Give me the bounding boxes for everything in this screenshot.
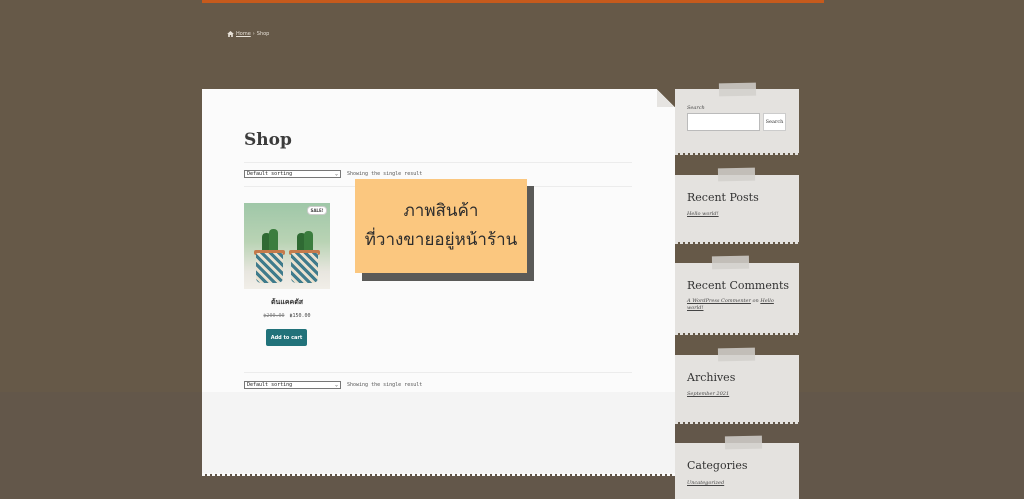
tape-decoration (718, 82, 757, 97)
product-image[interactable]: SALE! (244, 203, 330, 289)
comment-author-link[interactable]: A WordPress Commenter (687, 298, 751, 304)
home-icon (227, 31, 234, 37)
product-price: ฿200.00 ฿150.00 (244, 313, 330, 319)
sort-select[interactable]: Default sorting ⌄ (244, 170, 341, 178)
product-name[interactable]: ต้นแคคตัส (244, 297, 330, 308)
divider (244, 372, 632, 373)
archives-widget: Archives September 2021 (675, 347, 799, 424)
category-link[interactable]: Uncategorized (687, 480, 724, 486)
page-title: Shop (244, 130, 292, 150)
breadcrumb-home-link[interactable]: Home (236, 31, 251, 37)
archive-link[interactable]: September 2021 (687, 391, 729, 397)
breadcrumb-separator: › (252, 31, 255, 37)
categories-widget: Categories Uncategorized (675, 435, 799, 499)
callout-line-2: ที่วางขายอยู่หน้าร้าน (364, 230, 518, 250)
tape-decoration (717, 167, 756, 182)
tape-decoration (717, 347, 756, 362)
widget-title: Archives (687, 371, 736, 384)
divider (244, 162, 632, 163)
result-count: Showing the single result (347, 171, 423, 177)
price-original: ฿200.00 (263, 313, 285, 319)
widget-title: Recent Posts (687, 191, 759, 204)
sale-badge: SALE! (307, 206, 327, 215)
chevron-down-icon: ⌄ (334, 171, 338, 177)
search-button[interactable]: Search (763, 113, 786, 131)
page-corner-fold (657, 89, 675, 107)
recent-post-link[interactable]: Hello world! (687, 211, 719, 217)
header-accent-bar (202, 0, 824, 3)
recent-comment: A WordPress Commenter on Hello world! (687, 298, 782, 312)
result-count: Showing the single result (347, 382, 423, 388)
sort-select[interactable]: Default sorting ⌄ (244, 381, 341, 389)
search-widget: Search Search (675, 82, 799, 155)
search-input[interactable] (687, 113, 760, 131)
chevron-down-icon: ⌄ (334, 382, 338, 388)
widget-title: Recent Comments (687, 279, 790, 292)
tape-decoration (724, 435, 763, 450)
main-content: Shop Default sorting ⌄ Showing the singl… (202, 89, 675, 476)
price-sale: ฿150.00 (289, 313, 311, 319)
tape-decoration (711, 255, 750, 270)
callout-box: ภาพสินค้า ที่วางขายอยู่หน้าร้าน (355, 179, 527, 273)
shop-toolbar-top: Default sorting ⌄ Showing the single res… (244, 170, 422, 178)
widget-title: Categories (687, 459, 748, 472)
callout-line-1: ภาพสินค้า (403, 201, 479, 221)
shop-toolbar-bottom: Default sorting ⌄ Showing the single res… (244, 381, 422, 389)
recent-posts-widget: Recent Posts Hello world! (675, 167, 799, 244)
breadcrumb-current: Shop (256, 31, 270, 37)
breadcrumb: Home › Shop (227, 31, 269, 37)
search-label: Search (687, 105, 705, 111)
add-to-cart-button[interactable]: Add to cart (266, 329, 307, 346)
comment-on-label: on (752, 298, 759, 304)
recent-comments-widget: Recent Comments A WordPress Commenter on… (675, 255, 799, 335)
